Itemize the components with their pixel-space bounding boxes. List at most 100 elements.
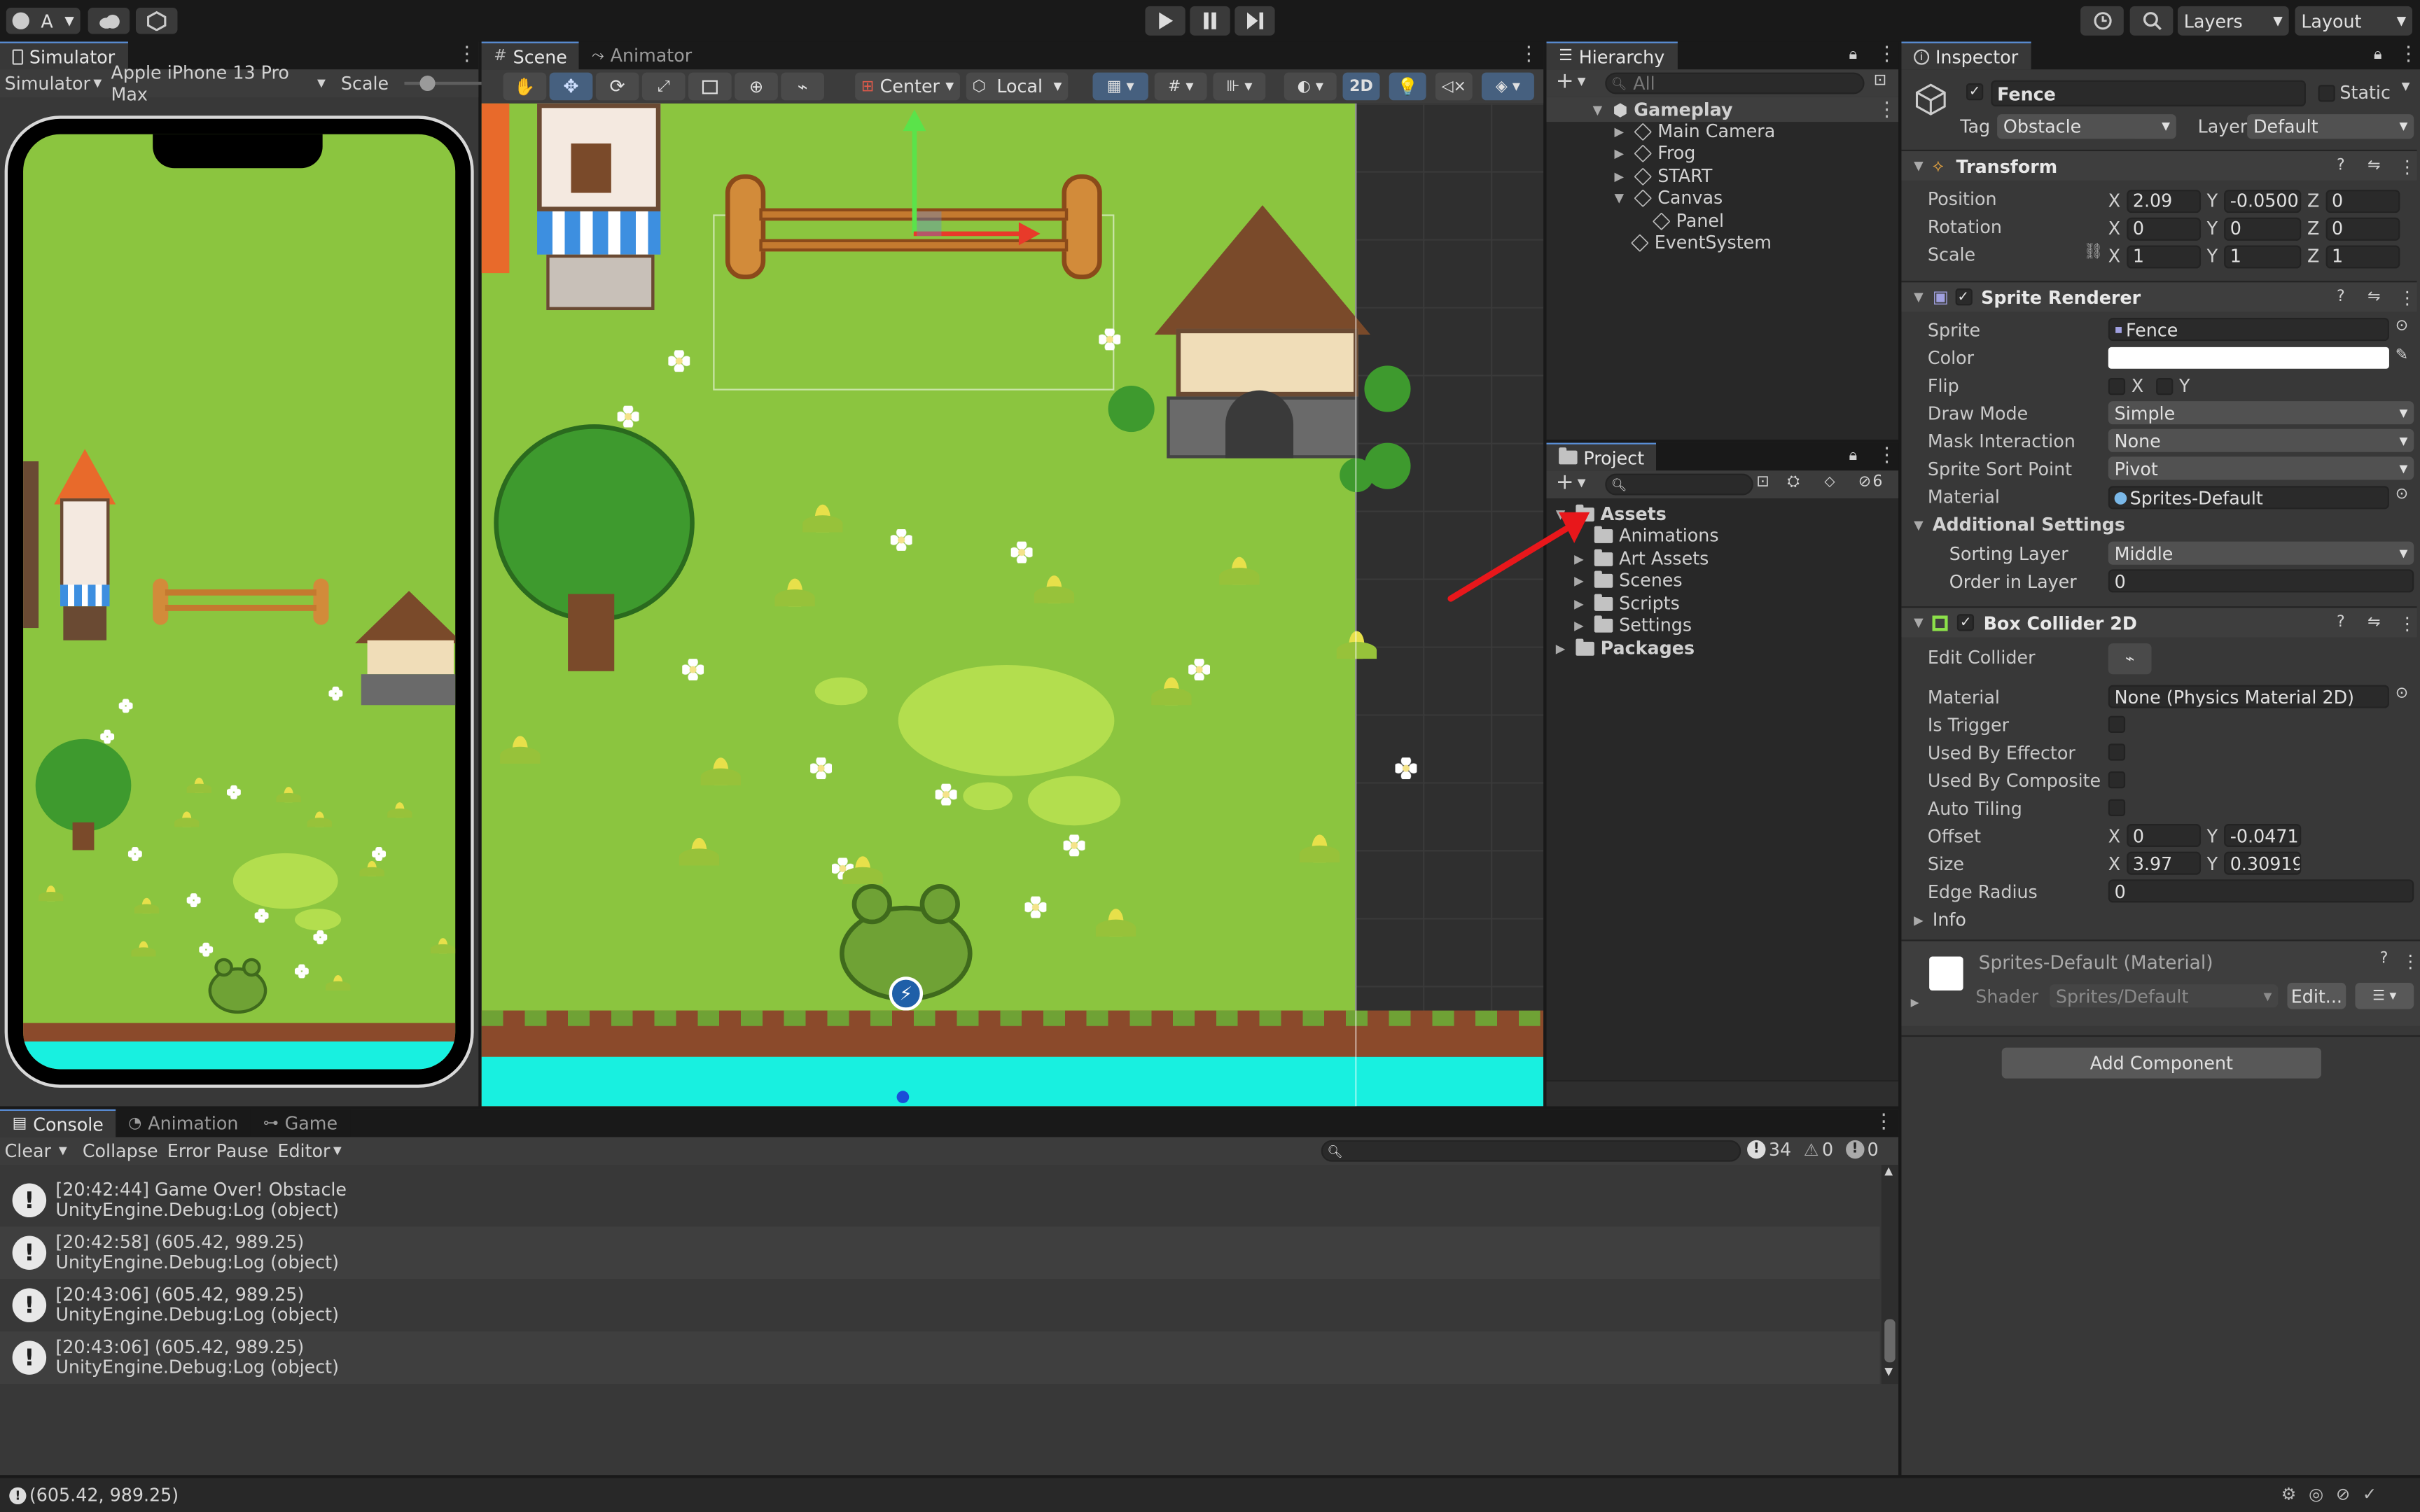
- chevron-down-icon[interactable]: ▼: [1578, 76, 1586, 88]
- log-entry[interactable]: ! [20:43:06] (605.42, 989.25) UnityEngine…: [0, 1331, 1880, 1385]
- lock-icon[interactable]: 🔒︎: [1849, 46, 1858, 63]
- component-menu-icon[interactable]: ⋮: [2402, 951, 2419, 972]
- position-z-field[interactable]: 0: [2325, 189, 2400, 213]
- cloud-button[interactable]: [88, 8, 130, 34]
- more-options-icon[interactable]: ⋮: [1877, 446, 1897, 466]
- progress-icon[interactable]: ◎: [2309, 1484, 2323, 1504]
- auto-tiling-checkbox[interactable]: [2108, 799, 2126, 816]
- tab-simulator[interactable]: Simulator: [0, 41, 127, 70]
- lighting-button[interactable]: 💡: [1389, 72, 1426, 101]
- position-x-field[interactable]: 2.09: [2127, 189, 2201, 213]
- expand-icon[interactable]: ▶: [1574, 618, 1588, 632]
- rect-tool-button[interactable]: [688, 72, 732, 101]
- layer-dropdown[interactable]: Default ▼: [2247, 114, 2414, 139]
- hierarchy-item[interactable]: EventSystem: [1630, 232, 1772, 253]
- search-type-icon[interactable]: ⊡: [1756, 474, 1769, 491]
- order-in-layer-field[interactable]: 0: [2108, 569, 2414, 593]
- more-options-icon[interactable]: ⋮: [1877, 45, 1897, 65]
- transform-tool-button[interactable]: ⊕: [735, 72, 778, 101]
- sprite-sort-point-dropdown[interactable]: Pivot ▼: [2108, 456, 2414, 480]
- tag-dropdown[interactable]: Obstacle ▼: [1997, 114, 2176, 139]
- scrollbar-thumb[interactable]: [1884, 1319, 1896, 1363]
- history-button[interactable]: [2080, 6, 2124, 36]
- scroll-down-icon[interactable]: ▼: [1884, 1366, 1893, 1378]
- scroll-up-icon[interactable]: ▲: [1884, 1165, 1893, 1177]
- editor-target-dropdown[interactable]: Editor ▼: [277, 1140, 341, 1162]
- help-icon[interactable]: ?: [2337, 288, 2345, 305]
- more-options-icon[interactable]: ⋮: [457, 45, 477, 65]
- expand-icon[interactable]: ▼: [1614, 190, 1628, 204]
- layout-dropdown[interactable]: Layout ▼: [2295, 6, 2413, 36]
- hierarchy-item[interactable]: ▶ START: [1614, 165, 1712, 187]
- used-by-composite-checkbox[interactable]: [2108, 771, 2126, 789]
- color-swatch[interactable]: [2108, 346, 2389, 369]
- help-icon[interactable]: ?: [2337, 614, 2345, 631]
- shader-dropdown[interactable]: Sprites/Default ▼: [2050, 984, 2279, 1008]
- tab-animator[interactable]: ⤳ Animator: [579, 41, 704, 70]
- object-picker-icon[interactable]: ⊙: [2395, 486, 2408, 503]
- sprite-object-field[interactable]: ▪ Fence: [2108, 318, 2389, 342]
- grid-visibility-button[interactable]: # ▾: [1154, 72, 1207, 101]
- help-icon[interactable]: ?: [2380, 951, 2388, 967]
- debug-icon[interactable]: ⚙: [2281, 1484, 2297, 1504]
- label-icon[interactable]: ⬦: [1824, 474, 1835, 491]
- chevron-down-icon[interactable]: ▼: [1578, 477, 1586, 489]
- pause-button[interactable]: [1190, 6, 1230, 36]
- component-menu-icon[interactable]: ⋮: [2398, 612, 2416, 634]
- hierarchy-item[interactable]: ▼ Canvas: [1614, 187, 1723, 209]
- console-scrollbar[interactable]: ▲ ▼: [1881, 1165, 1899, 1385]
- error-pause-toggle[interactable]: Error Pause: [167, 1140, 268, 1162]
- constrain-proportions-icon[interactable]: ⛓: [2084, 244, 2103, 260]
- audio-button[interactable]: ◁×: [1435, 72, 1473, 101]
- tab-inspector[interactable]: i Inspector: [1901, 41, 2031, 70]
- more-options-icon[interactable]: ⋮: [1874, 1112, 1894, 1133]
- increment-snap-button[interactable]: ⊪ ▾: [1213, 72, 1266, 101]
- grid-snap-button[interactable]: ▦ ▾: [1092, 72, 1148, 101]
- lock-icon[interactable]: 🔒︎: [2374, 46, 2382, 63]
- hierarchy-item[interactable]: ▶ Main Camera: [1614, 120, 1775, 142]
- help-icon[interactable]: ?: [2337, 158, 2345, 174]
- space-dropdown[interactable]: ⬡ Local ▼: [966, 72, 1069, 101]
- object-picker-icon[interactable]: ⊙: [2395, 685, 2408, 702]
- log-entry[interactable]: ! [20:43:06] (605.42, 989.25) UnityEngine…: [0, 1279, 1880, 1332]
- project-search-input[interactable]: 🔍︎: [1605, 473, 1753, 496]
- additional-settings-foldout[interactable]: ▼ Additional Settings: [1914, 514, 2125, 536]
- draw-mode-button[interactable]: ◐ ▾: [1284, 72, 1337, 101]
- sprite-renderer-header[interactable]: ▼ ▣ ✓ Sprite Renderer ? ⇋ ⋮: [1901, 281, 2417, 312]
- hierarchy-item[interactable]: Panel: [1652, 210, 1724, 232]
- log-entry[interactable]: ! [20:42:58] (605.42, 989.25) UnityEngine…: [0, 1226, 1880, 1280]
- expand-icon[interactable]: ▶: [1556, 641, 1570, 655]
- console-search-input[interactable]: 🔍︎: [1321, 1140, 1741, 1162]
- tab-hierarchy[interactable]: ☰ Hierarchy: [1546, 41, 1677, 70]
- component-menu-icon[interactable]: ⋮: [2398, 286, 2416, 308]
- draw-mode-dropdown[interactable]: Simple ▼: [2108, 401, 2414, 425]
- layers-dropdown[interactable]: Layers ▼: [2177, 6, 2289, 36]
- hierarchy-item[interactable]: ▶ Frog: [1614, 142, 1695, 164]
- expand-icon[interactable]: ▶: [1911, 997, 1919, 1009]
- search-type-icon[interactable]: ⊡: [1874, 73, 1886, 90]
- component-menu-icon[interactable]: ⋮: [2398, 155, 2416, 177]
- material-object-field[interactable]: Sprites-Default: [2108, 486, 2389, 510]
- offset-y-field[interactable]: -0.04716: [2223, 823, 2302, 848]
- preset-icon[interactable]: ⇋: [2367, 614, 2380, 631]
- size-x-field[interactable]: 3.97: [2127, 851, 2201, 875]
- expand-icon[interactable]: ▶: [1614, 124, 1628, 138]
- project-folder-item[interactable]: ▶ Packages: [1556, 637, 1695, 659]
- hierarchy-item[interactable]: ▼ ⬢ Gameplay: [1593, 99, 1733, 120]
- used-by-effector-checkbox[interactable]: [2108, 743, 2126, 761]
- is-trigger-checkbox[interactable]: [2108, 715, 2126, 733]
- move-tool-button[interactable]: ✥: [549, 72, 593, 101]
- expand-icon[interactable]: ▶: [1614, 169, 1628, 183]
- log-entry[interactable]: ! [20:42:44] Game Over! Obstacle UnityEng…: [0, 1174, 1880, 1227]
- search-button[interactable]: [2129, 6, 2174, 36]
- flip-y-checkbox[interactable]: [2155, 377, 2174, 395]
- hand-tool-button[interactable]: ✋: [503, 72, 547, 101]
- effects-button[interactable]: ◈ ▾: [1481, 72, 1534, 101]
- object-name-field[interactable]: Fence: [1991, 80, 2306, 107]
- scale-tool-button[interactable]: ⤢: [641, 72, 686, 101]
- log-filter-toggle[interactable]: ! 34: [1747, 1139, 1791, 1160]
- shader-options-button[interactable]: ☰ ▾: [2355, 983, 2414, 1009]
- 2d-mode-button[interactable]: 2D: [1342, 72, 1380, 101]
- info-foldout[interactable]: ▶ Info: [1914, 909, 1966, 930]
- gizmo-plane-handle[interactable]: [917, 211, 942, 237]
